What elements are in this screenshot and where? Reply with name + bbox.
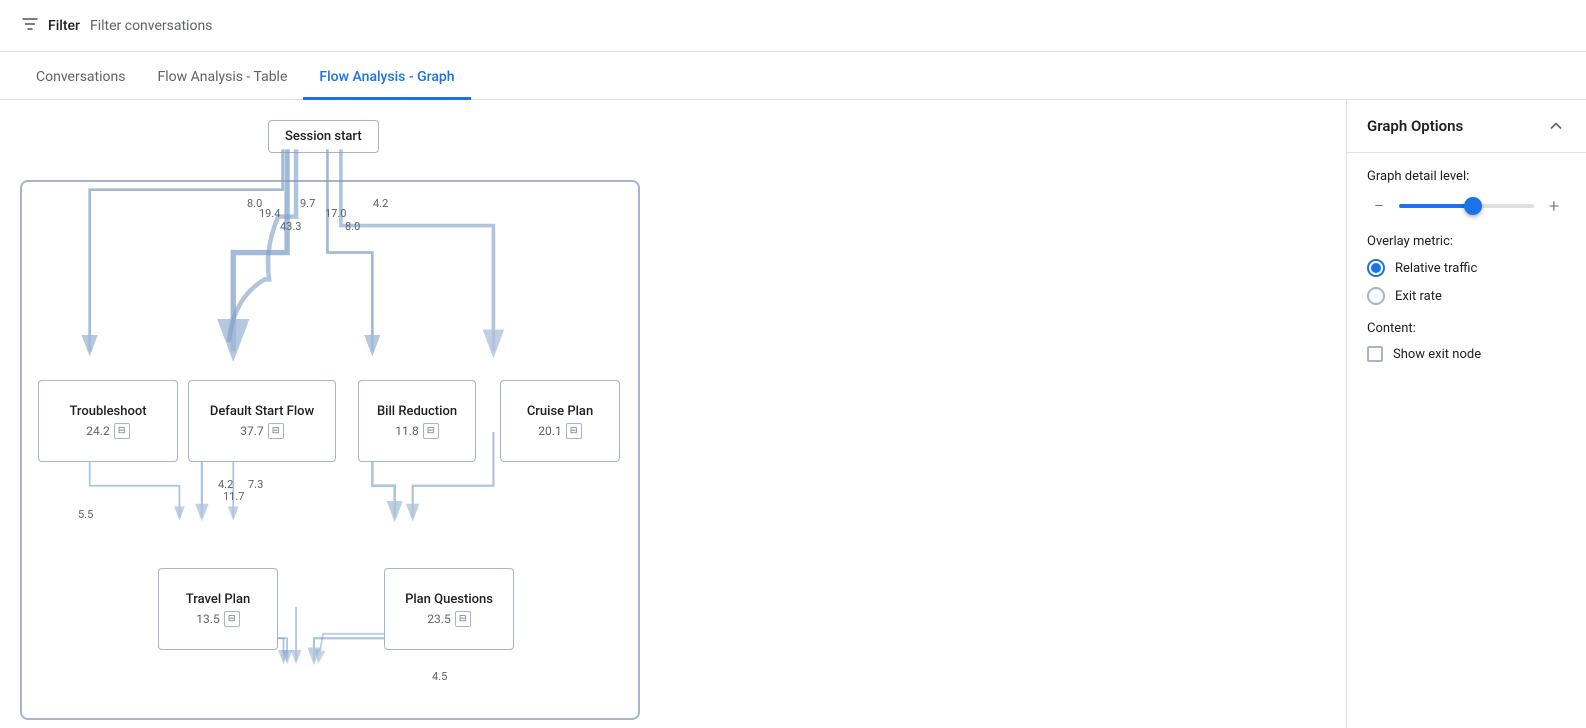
slider-fill	[1399, 204, 1473, 208]
edge-label-117: 11.7	[223, 490, 244, 503]
filter-icon	[20, 14, 40, 38]
panel-title: Graph Options	[1367, 117, 1463, 135]
graph-area[interactable]: Session start	[0, 100, 1346, 728]
slider-thumb[interactable]	[1464, 197, 1482, 215]
detail-level-label: Graph detail level:	[1367, 169, 1566, 184]
edge-label-55: 5.5	[78, 508, 93, 521]
node-plan-q-meta: 23.5 ⊟	[427, 611, 470, 627]
panel-body: Graph detail level: − + Overlay metric:	[1347, 153, 1586, 394]
node-default-start: Default Start Flow 37.7 ⊟	[188, 380, 336, 462]
filter-placeholder: Filter conversations	[90, 18, 212, 34]
node-default-meta: 37.7 ⊟	[240, 423, 283, 439]
overlay-metric-section: Overlay metric: Relative traffic Exit ra…	[1367, 234, 1566, 305]
show-exit-node-checkbox[interactable]	[1367, 346, 1383, 362]
node-travel-icon: ⊟	[224, 611, 240, 627]
radio-relative-inner	[1371, 263, 1381, 273]
right-panel: Graph Options Graph detail level: − +	[1346, 100, 1586, 728]
filter-label: Filter	[48, 18, 80, 34]
overlay-label: Overlay metric:	[1367, 234, 1566, 249]
radio-relative-label: Relative traffic	[1395, 261, 1477, 276]
radio-exit-rate[interactable]: Exit rate	[1367, 287, 1566, 305]
radio-relative-outer	[1367, 259, 1385, 277]
radio-exit-label: Exit rate	[1395, 289, 1442, 304]
panel-collapse-button[interactable]	[1546, 116, 1566, 136]
radio-exit-outer	[1367, 287, 1385, 305]
edge-label-433: 43.3	[280, 220, 301, 233]
node-default-icon: ⊟	[268, 423, 284, 439]
node-travel-plan: Travel Plan 13.5 ⊟	[158, 568, 278, 650]
edge-label-42: 4.2	[373, 197, 388, 210]
slider-plus-button[interactable]: +	[1542, 194, 1566, 218]
node-troubleshoot-meta: 24.2 ⊟	[86, 423, 129, 439]
radio-relative-traffic[interactable]: Relative traffic	[1367, 259, 1566, 277]
node-plan-q-icon: ⊟	[455, 611, 471, 627]
edge-label-45: 4.5	[432, 670, 447, 683]
slider-row: − +	[1367, 194, 1566, 218]
node-troubleshoot: Troubleshoot 24.2 ⊟	[38, 380, 178, 462]
slider-minus-button[interactable]: −	[1367, 194, 1391, 218]
node-bill-reduction: Bill Reduction 11.8 ⊟	[358, 380, 476, 462]
edge-label-170: 17.0	[325, 207, 346, 220]
node-cruise-icon: ⊟	[566, 423, 582, 439]
node-bill-icon: ⊟	[423, 423, 439, 439]
edge-label-97: 9.7	[300, 197, 315, 210]
show-exit-node-label: Show exit node	[1393, 347, 1481, 362]
tab-bar: Conversations Flow Analysis - Table Flow…	[0, 52, 1586, 100]
header: Filter Filter conversations	[0, 0, 1586, 52]
tab-flow-table[interactable]: Flow Analysis - Table	[141, 57, 303, 100]
node-troubleshoot-icon: ⊟	[114, 423, 130, 439]
detail-level-section: Graph detail level: − +	[1367, 169, 1566, 218]
edge-label-19: 19.4	[259, 207, 280, 220]
edge-label-8b: 8.0	[345, 220, 360, 233]
main-content: Session start	[0, 100, 1586, 728]
content-label: Content:	[1367, 321, 1566, 336]
node-bill-meta: 11.8 ⊟	[395, 423, 438, 439]
node-session-start: Session start	[268, 120, 379, 153]
node-cruise-meta: 20.1 ⊟	[538, 423, 581, 439]
edge-label-73: 7.3	[248, 478, 263, 491]
node-cruise-plan: Cruise Plan 20.1 ⊟	[500, 380, 620, 462]
panel-header: Graph Options	[1347, 100, 1586, 153]
slider-track[interactable]	[1399, 204, 1534, 208]
radio-group: Relative traffic Exit rate	[1367, 259, 1566, 305]
tab-flow-graph[interactable]: Flow Analysis - Graph	[303, 57, 470, 100]
node-plan-questions: Plan Questions 23.5 ⊟	[384, 568, 514, 650]
tab-conversations[interactable]: Conversations	[20, 57, 141, 100]
show-exit-node-row[interactable]: Show exit node	[1367, 346, 1566, 362]
content-section: Content: Show exit node	[1367, 321, 1566, 362]
node-travel-meta: 13.5 ⊟	[196, 611, 239, 627]
